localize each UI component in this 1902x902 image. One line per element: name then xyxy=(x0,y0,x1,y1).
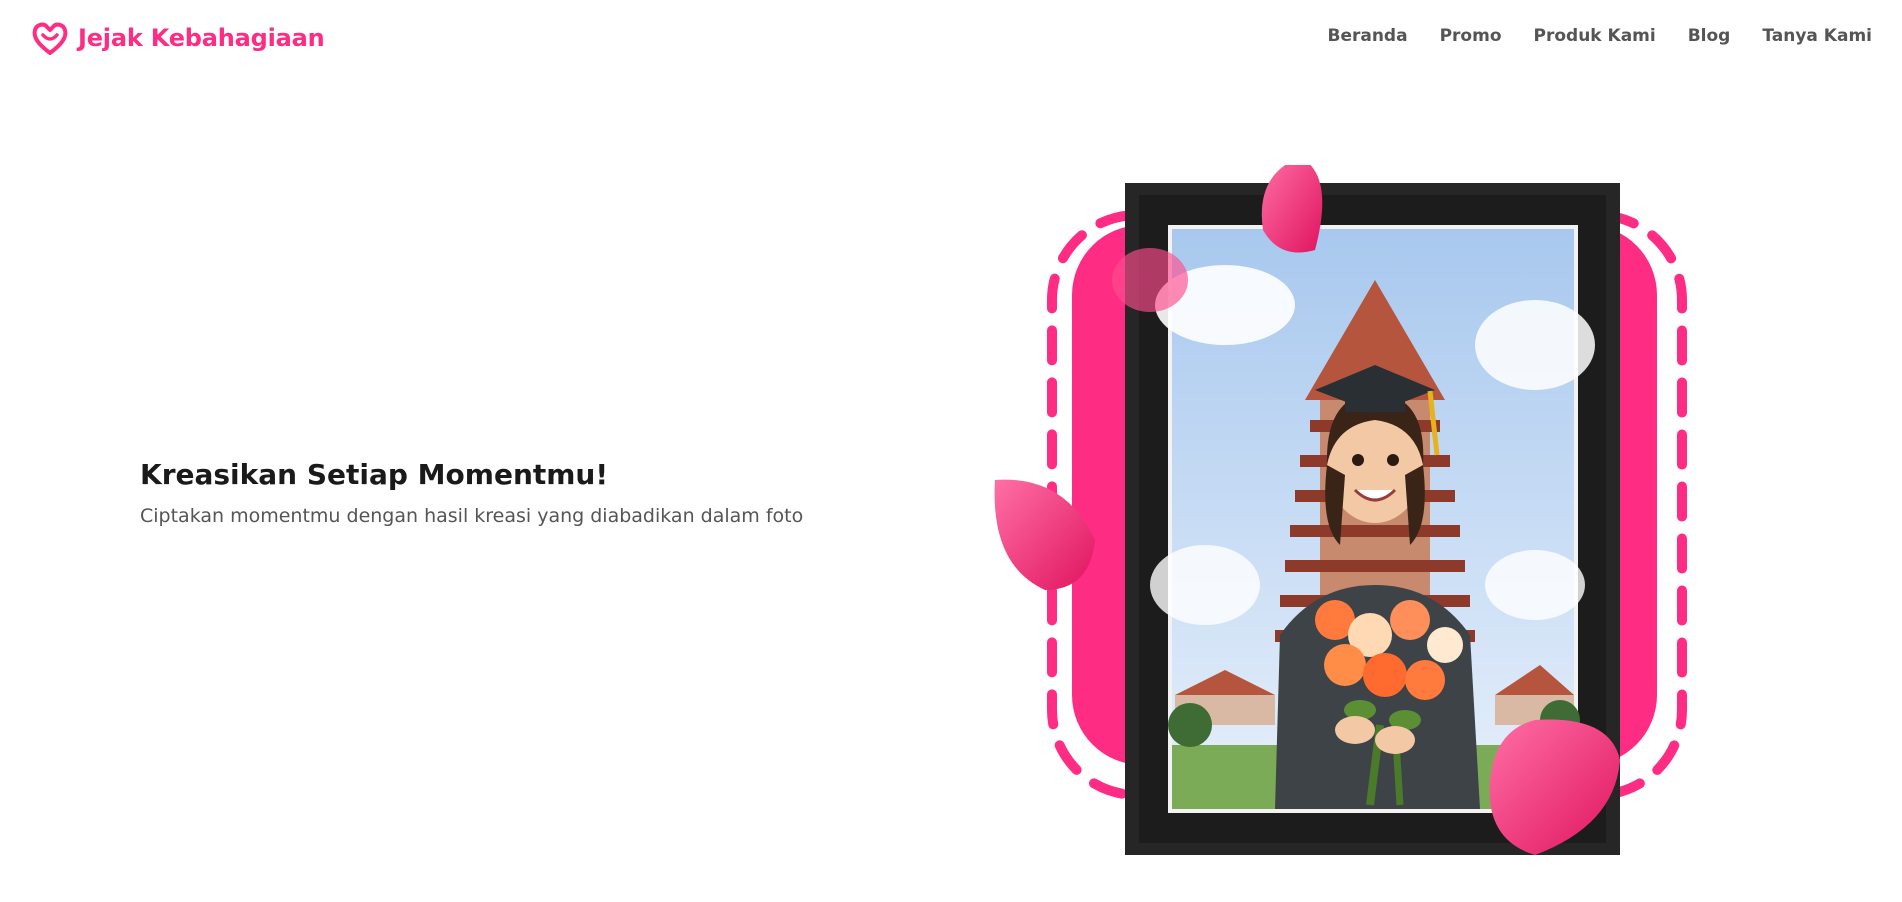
nav-blog[interactable]: Blog xyxy=(1688,26,1731,46)
nav-tanya-kami[interactable]: Tanya Kami xyxy=(1762,26,1872,46)
nav-produk-kami[interactable]: Produk Kami xyxy=(1534,26,1656,46)
heart-smile-icon xyxy=(32,22,68,55)
hero-subtitle: Ciptakan momentmu dengan hasil kreasi ya… xyxy=(140,505,804,527)
graduate-photo xyxy=(1150,229,1595,809)
hero-section: Kreasikan Setiap Momentmu! Ciptakan mome… xyxy=(140,458,900,527)
rose-petal-icon xyxy=(1261,165,1323,253)
nav-beranda[interactable]: Beranda xyxy=(1327,26,1407,46)
hero-title: Kreasikan Setiap Momentmu! xyxy=(140,458,609,491)
main-nav: Beranda Promo Produk Kami Blog Tanya Kam… xyxy=(1327,26,1872,46)
landing-page: Jejak Kebahagiaan Beranda Promo Produk K… xyxy=(0,0,1902,902)
brand-name: Jejak Kebahagiaan xyxy=(78,24,325,52)
brand-home-link[interactable]: Jejak Kebahagiaan xyxy=(30,18,325,58)
hero-illustration xyxy=(975,165,1695,865)
nav-promo[interactable]: Promo xyxy=(1440,26,1502,46)
blurred-petal-icon xyxy=(1112,248,1188,312)
graduation-photo-frame-illustration xyxy=(994,165,1687,855)
